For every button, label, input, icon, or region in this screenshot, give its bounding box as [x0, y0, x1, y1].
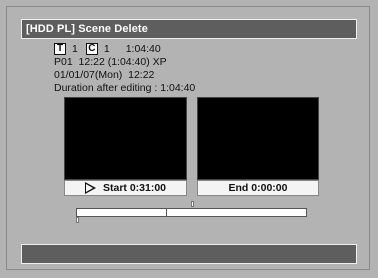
- title-info: T 1 C 1 1:04:40 P01 12:22 (1:04:40) XP 01/01…: [54, 42, 354, 94]
- title-icon: T: [54, 42, 66, 55]
- program-line: P01 12:22 (1:04:40) XP: [54, 55, 167, 68]
- start-point-button[interactable]: Start 0:31:00: [64, 180, 187, 196]
- page-title: [HDD PL] Scene Delete: [26, 23, 148, 35]
- chapter-icon: C: [85, 42, 98, 55]
- title-bar: [HDD PL] Scene Delete: [21, 19, 357, 39]
- timeline-split: [166, 208, 167, 217]
- date-line: 01/01/07(Mon) 12:22: [54, 68, 155, 81]
- total-time: 1:04:40: [125, 42, 161, 55]
- start-position-marker: [76, 217, 79, 223]
- end-point-button[interactable]: End 0:00:00: [197, 180, 319, 196]
- end-label: End 0:00:00: [228, 182, 288, 194]
- title-chapter-row: T 1 C 1 1:04:40: [54, 42, 354, 55]
- chapter-number: 1: [103, 42, 110, 55]
- title-number: 1: [72, 42, 78, 55]
- duration-line: Duration after editing : 1:04:40: [54, 81, 196, 94]
- play-icon: [84, 182, 96, 194]
- start-label: Start 0:31:00: [102, 182, 167, 194]
- footer-bar: [21, 244, 357, 264]
- timeline-bar[interactable]: [76, 208, 307, 217]
- end-thumbnail[interactable]: [197, 97, 319, 180]
- playback-position-marker: [191, 201, 194, 207]
- start-thumbnail[interactable]: [64, 97, 187, 180]
